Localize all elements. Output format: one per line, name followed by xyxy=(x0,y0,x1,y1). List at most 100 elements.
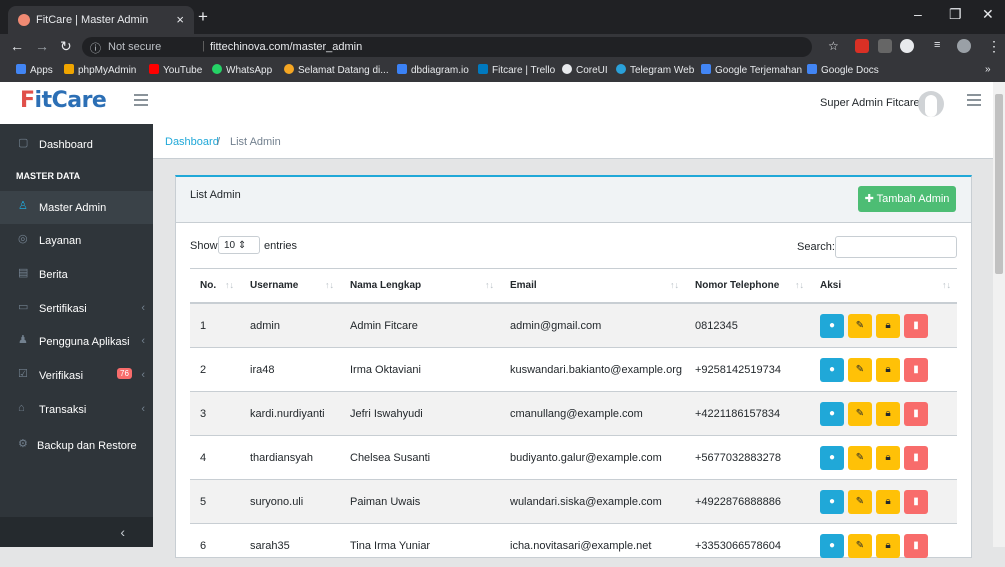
bookmark-whatsapp[interactable]: WhatsApp xyxy=(212,64,272,76)
bookmark-youtube[interactable]: YouTube xyxy=(149,64,202,76)
cell-username: sarah35 xyxy=(240,524,340,567)
breadcrumb-home-link[interactable]: Dashboard xyxy=(165,136,219,148)
cell-email: wulandari.siska@example.com xyxy=(500,480,685,524)
delete-trash-icon[interactable]: ▮ xyxy=(904,358,928,382)
extension-mail-icon[interactable] xyxy=(855,39,869,53)
cell-phone: +4221186157834 xyxy=(685,392,810,436)
sidebar-item-label: Transaksi xyxy=(39,404,86,416)
delete-trash-icon[interactable]: ▮ xyxy=(904,490,928,514)
sidebar-item-pengguna-aplikasi[interactable]: ♟ Pengguna Aplikasi ‹ xyxy=(0,325,153,358)
reload-icon[interactable]: ↻ xyxy=(60,38,72,55)
lock-icon[interactable]: 🔒︎ xyxy=(876,490,900,514)
close-window-icon[interactable]: ✕ xyxy=(982,6,994,23)
lock-icon[interactable]: 🔒︎ xyxy=(876,402,900,426)
bookmark-apps[interactable]: Apps xyxy=(16,64,53,76)
lock-icon[interactable]: 🔒︎ xyxy=(876,314,900,338)
users-icon: ♟ xyxy=(18,335,29,346)
sidebar-item-sertifikasi[interactable]: ▭ Sertifikasi ‹ xyxy=(0,292,153,325)
delete-trash-icon[interactable]: ▮ xyxy=(904,446,928,470)
cell-nama: Chelsea Susanti xyxy=(340,436,500,480)
sidebar-item-verifikasi[interactable]: ☑ Verifikasi 76 ‹ xyxy=(0,359,153,392)
delete-trash-icon[interactable]: ▮ xyxy=(904,402,928,426)
tambah-admin-button[interactable]: ✚ Tambah Admin xyxy=(858,186,956,212)
info-icon[interactable]: ⓘ xyxy=(90,40,101,56)
entries-select[interactable]: 10 ⇕ xyxy=(218,236,260,254)
sidebar-item-layanan[interactable]: ◎ Layanan xyxy=(0,224,153,257)
column-header-email[interactable]: Email↑↓ xyxy=(500,269,685,304)
edit-pencil-icon[interactable]: ✎ xyxy=(848,534,872,558)
lock-icon[interactable]: 🔒︎ xyxy=(876,446,900,470)
edit-pencil-icon[interactable]: ✎ xyxy=(848,314,872,338)
notification-badge: 76 xyxy=(117,368,132,379)
view-eye-icon[interactable]: ● xyxy=(820,534,844,558)
certificate-icon: ▭ xyxy=(18,302,29,313)
extension-pdf-icon[interactable] xyxy=(878,39,892,53)
forward-icon[interactable]: → xyxy=(35,38,49,54)
sidebar-item-dashboard[interactable]: ▢ Dashboard xyxy=(0,128,153,161)
delete-trash-icon[interactable]: ▮ xyxy=(904,534,928,558)
edit-pencil-icon[interactable]: ✎ xyxy=(848,490,872,514)
fitcare-logo[interactable]: FitCare xyxy=(20,88,106,113)
page-scrollbar[interactable] xyxy=(993,82,1005,547)
bookmarks-more[interactable]: » xyxy=(985,64,991,75)
column-header-username[interactable]: Username↑↓ xyxy=(240,269,340,304)
bookmark-star-icon[interactable]: ☆ xyxy=(828,39,839,53)
view-eye-icon[interactable]: ● xyxy=(820,446,844,470)
column-header-nama-lengkap[interactable]: Nama Lengkap↑↓ xyxy=(340,269,500,304)
bookmark-coreui[interactable]: CoreUI xyxy=(562,64,608,76)
bookmark-selamat-datang[interactable]: Selamat Datang di... xyxy=(284,64,389,76)
browser-menu-icon[interactable]: ⋮ xyxy=(987,38,1001,55)
sidebar-item-label: Dashboard xyxy=(39,139,93,151)
table-row: 5 suryono.uli Paiman Uwais wulandari.sis… xyxy=(190,480,957,524)
edit-pencil-icon[interactable]: ✎ xyxy=(848,402,872,426)
sidebar-item-label: Master Admin xyxy=(39,202,106,214)
sidebar-item-backup-restore[interactable]: ⚙ Backup dan Restore xyxy=(0,429,153,462)
sidebar-item-transaksi[interactable]: ⌂ Transaksi ‹ xyxy=(0,393,153,426)
chevron-left-icon[interactable]: ‹ xyxy=(120,524,125,540)
column-header-nomor-telephone[interactable]: Nomor Telephone↑↓ xyxy=(685,269,810,304)
sidebar-item-label: Berita xyxy=(39,269,68,281)
scrollbar-thumb[interactable] xyxy=(995,94,1003,274)
extension-list-icon[interactable]: ≡ xyxy=(934,39,948,53)
view-eye-icon[interactable]: ● xyxy=(820,402,844,426)
new-tab-button[interactable]: + xyxy=(198,7,208,27)
sidebar-item-master-admin[interactable]: ♙ Master Admin xyxy=(0,191,153,224)
delete-trash-icon[interactable]: ▮ xyxy=(904,314,928,338)
show-label: Show xyxy=(190,240,218,252)
view-eye-icon[interactable]: ● xyxy=(820,358,844,382)
sidebar-toggle-icon[interactable] xyxy=(134,94,148,106)
browser-tab[interactable]: FitCare | Master Admin × xyxy=(8,6,194,34)
maximize-icon[interactable]: ❐ xyxy=(949,6,962,23)
cell-username: kardi.nurdiyanti xyxy=(240,392,340,436)
cell-no: 6 xyxy=(190,524,240,567)
sidebar-minimizer[interactable]: ‹ xyxy=(0,517,153,547)
edit-pencil-icon[interactable]: ✎ xyxy=(848,446,872,470)
omnibox[interactable]: ⓘ Not secure | fittechinova.com/master_a… xyxy=(82,37,812,57)
minimize-icon[interactable]: – xyxy=(914,6,922,22)
lock-icon[interactable]: 🔒︎ xyxy=(876,534,900,558)
view-eye-icon[interactable]: ● xyxy=(820,490,844,514)
bookmark-trello[interactable]: Fitcare | Trello xyxy=(478,64,555,76)
back-icon[interactable]: ← xyxy=(10,38,24,54)
url-text[interactable]: fittechinova.com/master_admin xyxy=(210,41,362,53)
column-header-aksi[interactable]: Aksi↑↓ xyxy=(810,269,957,304)
bookmark-phpmyadmin[interactable]: phpMyAdmin xyxy=(64,64,136,76)
bookmark-dbdiagram[interactable]: dbdiagram.io xyxy=(397,64,469,76)
user-name[interactable]: Super Admin Fitcare xyxy=(820,97,920,109)
sidebar-item-berita[interactable]: ▤ Berita xyxy=(0,258,153,291)
sort-icon: ↑↓ xyxy=(325,280,334,290)
bookmark-telegram[interactable]: Telegram Web xyxy=(616,64,694,76)
tab-title: FitCare | Master Admin xyxy=(36,14,148,26)
tab-close-icon[interactable]: × xyxy=(176,12,184,27)
edit-pencil-icon[interactable]: ✎ xyxy=(848,358,872,382)
view-eye-icon[interactable]: ● xyxy=(820,314,844,338)
avatar[interactable] xyxy=(918,91,944,117)
bookmark-google-docs[interactable]: Google Docs xyxy=(807,64,879,76)
aside-menu-toggle-icon[interactable] xyxy=(967,94,981,106)
bookmark-google-terjemahan[interactable]: Google Terjemahan xyxy=(701,64,802,76)
extension-circle-icon[interactable] xyxy=(900,39,914,53)
profile-icon[interactable] xyxy=(957,39,971,53)
search-input[interactable] xyxy=(835,236,957,258)
column-header-no[interactable]: No.↑↓ xyxy=(190,269,240,304)
lock-icon[interactable]: 🔒︎ xyxy=(876,358,900,382)
